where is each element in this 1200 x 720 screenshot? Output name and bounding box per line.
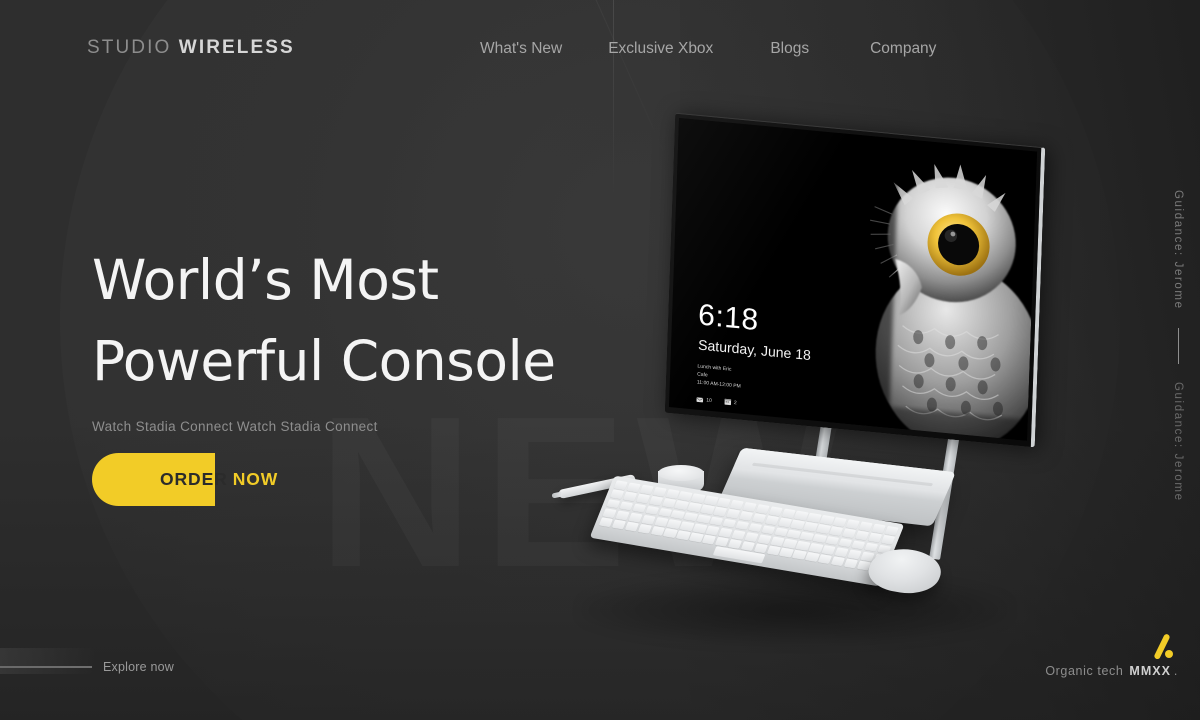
headline-line-2: Powerful Console bbox=[92, 328, 556, 393]
mail-count: 10 bbox=[706, 396, 712, 404]
side-credits: Guidance: Jerome Guidance: Jerome bbox=[1172, 190, 1184, 501]
lock-screen-badges: 10 2 bbox=[696, 396, 737, 407]
nav-link-whats-new[interactable]: What's New bbox=[480, 40, 562, 58]
lock-screen-appointment: Lunch with Eric Cafe 11:00 AM-12:00 PM bbox=[697, 364, 742, 391]
hero-content: World’s Most Powerful Console Watch Stad… bbox=[92, 240, 556, 434]
side-credit-top: Guidance: Jerome bbox=[1172, 190, 1184, 310]
site-logo[interactable]: STUDIO WIRELESS bbox=[87, 37, 295, 59]
slash-dot-logo-icon bbox=[1132, 631, 1178, 661]
calendar-badge: 2 bbox=[724, 398, 737, 406]
stylus-tip bbox=[551, 491, 563, 499]
page-title: World’s Most Powerful Console bbox=[92, 240, 556, 402]
cta-label: ORDER NOW bbox=[92, 453, 278, 506]
explore-now-link[interactable]: Explore now bbox=[0, 648, 174, 674]
brand-name: Organic tech bbox=[1045, 664, 1124, 678]
product-floor-shadow bbox=[580, 575, 1010, 645]
side-credit-divider bbox=[1177, 327, 1179, 364]
main-navigation: What's New Exclusive Xbox Blogs Company bbox=[480, 40, 936, 58]
logo-word-studio: STUDIO bbox=[87, 37, 172, 58]
hero-subtitle: Watch Stadia Connect Watch Stadia Connec… bbox=[92, 418, 378, 434]
mail-icon bbox=[696, 396, 704, 403]
calendar-count: 2 bbox=[733, 399, 737, 406]
headline-line-1: World’s Most bbox=[92, 248, 439, 312]
lock-screen: 6:18 Saturday, June 18 Lunch with Eric C… bbox=[668, 117, 1038, 441]
site-header: STUDIO WIRELESS What's New Exclusive Xbo… bbox=[0, 0, 1200, 100]
explore-label: Explore now bbox=[103, 660, 174, 674]
explore-bar-glow bbox=[0, 648, 95, 674]
monitor-display: 6:18 Saturday, June 18 Lunch with Eric C… bbox=[664, 112, 1046, 448]
owl-wallpaper-icon bbox=[826, 132, 1038, 441]
dial-top bbox=[658, 465, 704, 481]
product-hero-image: 6:18 Saturday, June 18 Lunch with Eric C… bbox=[540, 112, 1100, 645]
nav-link-blogs[interactable]: Blogs bbox=[770, 40, 809, 58]
footer-brand-text: Organic tech MMXX. bbox=[1045, 664, 1178, 678]
nav-link-company[interactable]: Company bbox=[870, 40, 936, 58]
footer-brand: Organic tech MMXX. bbox=[1045, 631, 1178, 678]
mail-badge: 10 bbox=[696, 396, 712, 403]
logo-word-wireless: WIRELESS bbox=[178, 37, 295, 58]
side-credit-bottom: Guidance: Jerome bbox=[1172, 381, 1184, 502]
cta-word-order: ORDER bbox=[160, 469, 228, 489]
lock-screen-clock: 6:18 bbox=[697, 298, 760, 338]
brand-period: . bbox=[1173, 664, 1178, 678]
order-now-button[interactable]: ORDER NOW bbox=[92, 453, 277, 506]
cta-word-now: NOW bbox=[232, 469, 279, 489]
lock-screen-date: Saturday, June 18 bbox=[697, 336, 812, 364]
brand-year: MMXX bbox=[1129, 664, 1171, 678]
nav-link-exclusive-xbox[interactable]: Exclusive Xbox bbox=[608, 40, 713, 58]
calendar-icon bbox=[724, 398, 731, 406]
logo-dot-shape bbox=[1165, 650, 1173, 658]
